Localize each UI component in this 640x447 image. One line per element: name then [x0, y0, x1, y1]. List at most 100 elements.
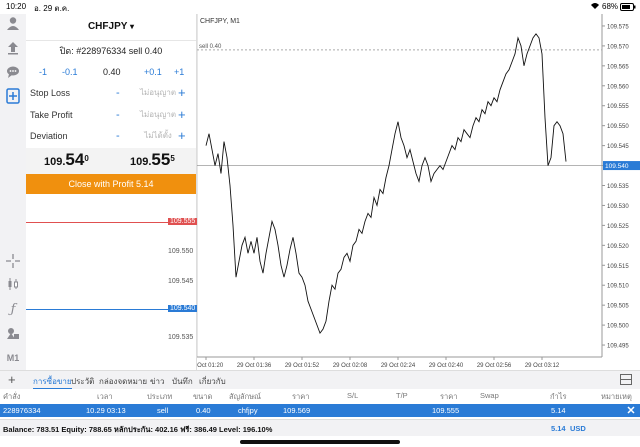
- y-tick-label: 109.560: [607, 84, 629, 90]
- cell-profit: 5.14: [551, 406, 566, 415]
- cell-current-price: 109.555: [432, 406, 460, 415]
- ask-price: 109.555: [130, 150, 175, 169]
- stop-loss-plus-button[interactable]: +: [178, 82, 186, 104]
- battery-icon: [620, 3, 636, 13]
- user-icon[interactable]: [4, 16, 22, 32]
- home-indicator: [240, 440, 400, 444]
- col-time: เวลา: [97, 392, 113, 401]
- crosshair-icon[interactable]: [4, 254, 22, 270]
- col-comment: หมายเหตุ: [601, 392, 632, 401]
- status-time: 10:20: [6, 2, 27, 11]
- chat-icon[interactable]: [4, 65, 22, 81]
- cell-type: sell: [157, 406, 169, 415]
- cell-price: 109.569: [283, 406, 311, 415]
- stop-loss-minus-button[interactable]: -: [116, 82, 120, 104]
- status-bar: 10:20 อ. 29 ต.ค. 68%: [0, 0, 640, 14]
- volume-value[interactable]: 0.40: [103, 67, 121, 77]
- tab-about[interactable]: เกี่ยวกับ: [199, 375, 226, 388]
- col-type: ประเภท: [147, 392, 173, 401]
- order-level-label: sell 0.40: [199, 44, 222, 50]
- ladder-price-0: 109.555: [168, 218, 198, 225]
- step-minus-1-button[interactable]: -1: [39, 67, 47, 77]
- bid-price: 109.540: [44, 150, 89, 169]
- step-plus-1-button[interactable]: +1: [174, 67, 184, 77]
- left-toolbar: ƒ M1: [0, 14, 27, 370]
- deviation-minus-button[interactable]: -: [116, 125, 120, 147]
- step-minus-0.1-button[interactable]: -0.1: [62, 67, 78, 77]
- y-tick-label: 109.530: [607, 204, 629, 210]
- total-profit: 5.14: [551, 424, 566, 433]
- x-tick-label: 29 Oct 02:56: [477, 363, 512, 369]
- table-row[interactable]: 228976334 10.29 03:13 sell 0.40 chfjpy 1…: [0, 404, 640, 417]
- x-tick-label: 29 Oct 02:40: [429, 363, 464, 369]
- cell-order: 228976334: [3, 406, 41, 415]
- y-tick-label: 109.565: [607, 64, 629, 70]
- x-tick-label: 29 Oct 02:08: [333, 363, 368, 369]
- stop-loss-row: Stop Loss - ไม่อนุญาต +: [26, 82, 196, 104]
- col-size: ขนาด: [193, 392, 213, 401]
- profit-currency: USD: [570, 424, 586, 433]
- x-tick-label: 29 Oct 02:24: [381, 363, 416, 369]
- close-position-icon[interactable]: [626, 405, 636, 417]
- deviation-row: Deviation - ไม่ได้ตั้ง +: [26, 125, 196, 147]
- y-tick-label: 109.545: [607, 144, 629, 150]
- y-tick-label: 109.505: [607, 304, 629, 310]
- ladder-price-1: 109.550: [168, 248, 194, 255]
- layout-icon[interactable]: [620, 374, 632, 387]
- candles-icon[interactable]: [4, 277, 22, 293]
- deviation-plus-button[interactable]: +: [178, 125, 186, 147]
- take-profit-row: Take Profit - ไม่อนุญาต +: [26, 104, 196, 126]
- tab-news[interactable]: ข่าว: [150, 375, 164, 388]
- cell-symbol: chfjpy: [238, 406, 258, 415]
- y-tick-label: 109.520: [607, 244, 629, 250]
- y-tick-label: 109.515: [607, 264, 629, 270]
- col-profit: กำไร: [550, 392, 567, 401]
- y-tick-label: 109.495: [607, 344, 629, 350]
- current-price-text: 109.540: [605, 163, 629, 170]
- tab-history[interactable]: ประวัติ: [71, 375, 94, 388]
- ladder-price-4: 109.535: [168, 334, 194, 341]
- new-order-icon[interactable]: [4, 88, 22, 104]
- step-plus-0.1-button[interactable]: +0.1: [144, 67, 162, 77]
- tab-journal[interactable]: บันทึก: [172, 375, 193, 388]
- col-tp: T/P: [396, 391, 408, 400]
- ladder-price-3: 109.540: [168, 305, 198, 312]
- timeframe-icon[interactable]: M1: [4, 350, 22, 366]
- y-tick-label: 109.500: [607, 324, 629, 330]
- y-tick-label: 109.510: [607, 284, 629, 290]
- tab-mailbox[interactable]: กล่องจดหมาย: [99, 375, 147, 388]
- objects-icon[interactable]: [4, 326, 22, 342]
- close-with-profit-button[interactable]: Close with Profit 5.14: [26, 174, 196, 194]
- upload-icon[interactable]: [4, 41, 22, 57]
- y-tick-label: 109.575: [607, 24, 629, 30]
- price-ladder: 109.555 109.550 109.545 109.540 109.535: [26, 194, 198, 370]
- col-symbol: สัญลักษณ์: [229, 392, 262, 401]
- add-icon[interactable]: +: [8, 372, 16, 387]
- tab-trade[interactable]: การซื้อขาย: [33, 375, 72, 389]
- deviation-label: Deviation: [30, 131, 68, 141]
- battery-percent: 68%: [602, 2, 619, 11]
- order-title: ปิด: #228976334 sell 0.40: [59, 46, 163, 56]
- trade-table-header: คำสั่ง เวลา ประเภท ขนาด สัญลักษณ์ ราคา S…: [0, 389, 640, 403]
- balance-bar: Balance: 783.51 Equity: 788.65 หลักประกั…: [0, 419, 640, 436]
- x-tick-label: 29 Oct 01:52: [285, 363, 320, 369]
- cell-size: 0.40: [196, 406, 211, 415]
- y-tick-label: 109.550: [607, 124, 629, 130]
- symbol-label: CHFJPY: [87, 21, 128, 32]
- take-profit-minus-button[interactable]: -: [116, 104, 120, 126]
- cell-time: 10.29 03:13: [86, 406, 126, 415]
- col-current-price: ราคา: [440, 392, 458, 401]
- ladder-price-2: 109.545: [168, 278, 194, 285]
- col-price: ราคา: [292, 392, 310, 401]
- take-profit-plus-button[interactable]: +: [178, 104, 186, 126]
- chevron-down-icon: ▾: [130, 22, 135, 31]
- function-icon[interactable]: ƒ: [4, 302, 22, 318]
- x-tick-label: 29 Oct 03:12: [525, 363, 560, 369]
- y-tick-label: 109.570: [607, 44, 629, 50]
- price-chart[interactable]: CHFJPY, M1 109.575 109.570 109.565 109.560 1…: [189, 14, 640, 370]
- bottom-toolbar: + การซื้อขาย ประวัติ กล่องจดหมาย ข่าว บั…: [0, 370, 640, 390]
- x-tick-label: 29 Oct 01:36: [237, 363, 272, 369]
- chart-svg[interactable]: CHFJPY, M1 109.575 109.570 109.565 109.560 1…: [189, 14, 640, 370]
- chart-title: CHFJPY, M1: [200, 18, 240, 25]
- symbol-selector[interactable]: CHFJPY ▾: [26, 14, 196, 41]
